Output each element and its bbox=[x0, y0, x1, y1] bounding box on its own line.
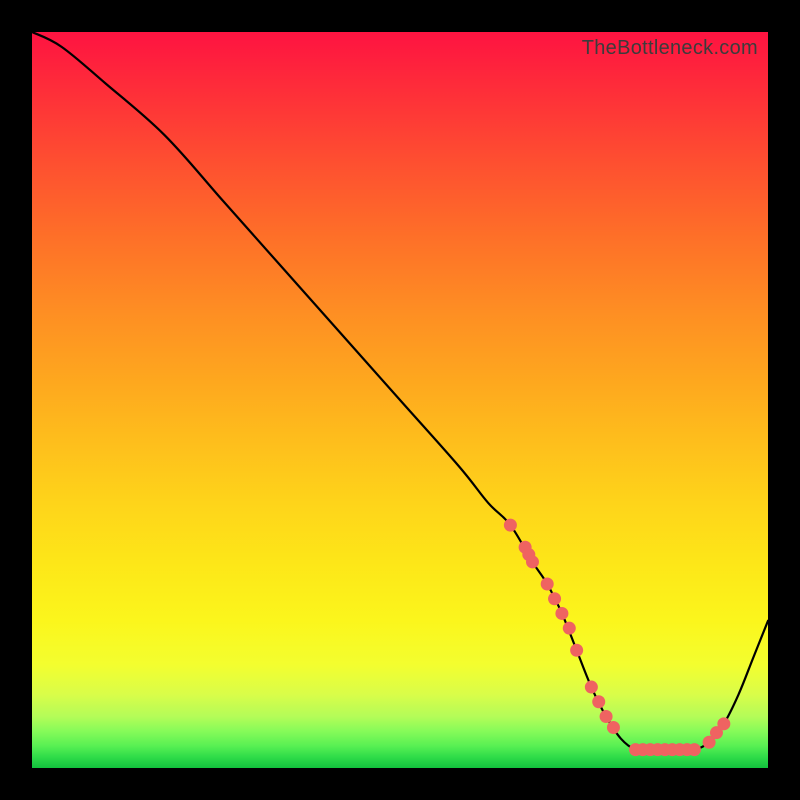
marker-dot bbox=[541, 578, 554, 591]
marker-dot bbox=[688, 743, 701, 756]
marker-dot bbox=[592, 695, 605, 708]
marker-dot bbox=[600, 710, 613, 723]
chart-svg bbox=[32, 32, 768, 768]
marker-dot bbox=[585, 681, 598, 694]
marker-dot bbox=[717, 717, 730, 730]
marker-dot bbox=[570, 644, 583, 657]
plot-area: TheBottleneck.com bbox=[32, 32, 768, 768]
marker-dot bbox=[526, 555, 539, 568]
marker-dot bbox=[548, 592, 561, 605]
marker-dot bbox=[555, 607, 568, 620]
marker-dot bbox=[504, 519, 517, 532]
marker-dot bbox=[563, 622, 576, 635]
marker-dot bbox=[607, 721, 620, 734]
bottleneck-curve bbox=[32, 32, 768, 750]
highlight-markers bbox=[504, 519, 730, 756]
chart-stage: TheBottleneck.com bbox=[0, 0, 800, 800]
